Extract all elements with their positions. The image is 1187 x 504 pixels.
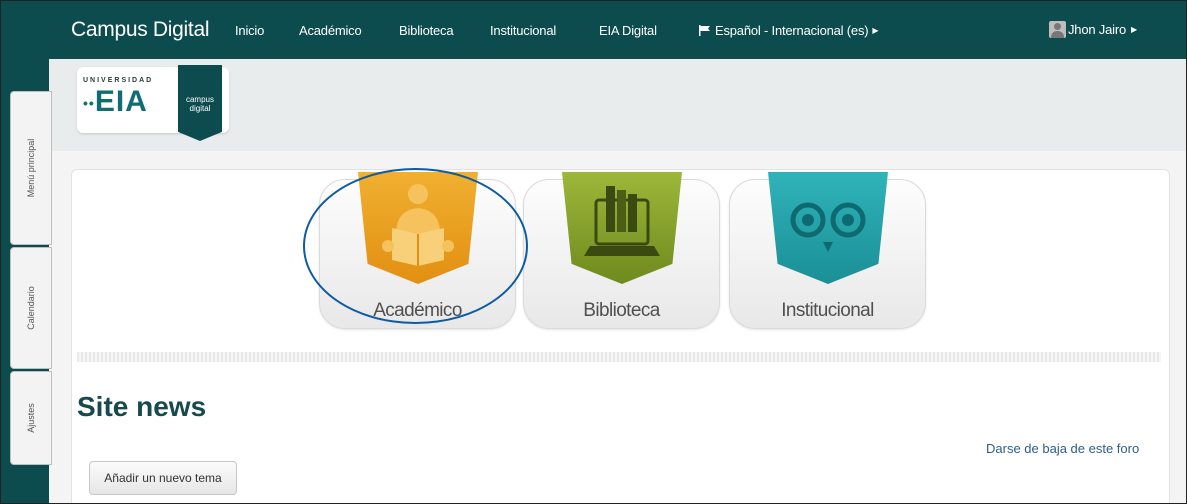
tile-institucional[interactable]: Institucional	[729, 172, 926, 329]
sidetab-label: Ajustes	[26, 403, 36, 433]
tile-label: Institucional	[781, 300, 874, 321]
tile-label: Académico	[373, 300, 462, 321]
add-new-topic-button[interactable]: Añadir un nuevo tema	[89, 461, 237, 495]
logo-eia-text: ••EIA	[83, 85, 148, 118]
site-header: UNIVERSIDAD ••EIA campus digital	[49, 59, 1186, 151]
flag-icon	[699, 25, 710, 36]
top-navbar: Campus Digital Inicio Académico Bibliote…	[49, 1, 1186, 59]
logo-name: EIA	[94, 85, 148, 118]
sidetab-label: Menú principal	[26, 138, 36, 198]
library-icon	[562, 172, 682, 284]
caret-right-icon: ▶	[1130, 25, 1137, 34]
reader-icon	[358, 172, 478, 284]
tile-label: Biblioteca	[583, 300, 660, 321]
tag-line-1: campus	[185, 95, 214, 104]
nav-inicio[interactable]: Inicio	[235, 23, 264, 38]
tile-biblioteca[interactable]: Biblioteca	[523, 172, 720, 329]
eia-logo[interactable]: UNIVERSIDAD ••EIA campus digital	[77, 65, 229, 141]
unsubscribe-forum-link[interactable]: Darse de baja de este foro	[986, 441, 1139, 456]
owl-icon	[768, 172, 888, 284]
browser-viewport: Campus Digital Inicio Académico Bibliote…	[0, 0, 1187, 504]
brand-link[interactable]: Campus Digital	[71, 18, 209, 42]
nav-biblioteca[interactable]: Biblioteca	[399, 23, 454, 38]
sidetab-ajustes[interactable]: Ajustes	[10, 371, 52, 465]
sidetab-calendario[interactable]: Calendario	[10, 247, 52, 369]
section-divider	[77, 352, 1161, 362]
nav-academico[interactable]: Académico	[299, 23, 362, 38]
tile-academico[interactable]: Académico	[319, 172, 516, 329]
tag-line-2: digital	[189, 104, 211, 113]
language-menu[interactable]: Español - Internacional (es) ▶	[699, 23, 879, 38]
avatar	[1049, 21, 1066, 38]
user-name: Jhon Jairo	[1068, 22, 1126, 37]
user-menu[interactable]: Jhon Jairo ▶	[1049, 21, 1137, 38]
nav-eia-digital[interactable]: EIA Digital	[599, 23, 657, 38]
site-news-heading: Site news	[77, 391, 207, 422]
language-label: Español - Internacional (es)	[715, 23, 869, 38]
caret-right-icon: ▶	[872, 26, 879, 35]
nav-institucional[interactable]: Institucional	[490, 23, 556, 38]
logo-university-text: UNIVERSIDAD	[83, 77, 154, 84]
campus-digital-tag: campus digital	[178, 65, 222, 141]
sidetab-menu-principal[interactable]: Menú principal	[10, 91, 52, 245]
sidetab-label: Calendario	[26, 286, 36, 330]
